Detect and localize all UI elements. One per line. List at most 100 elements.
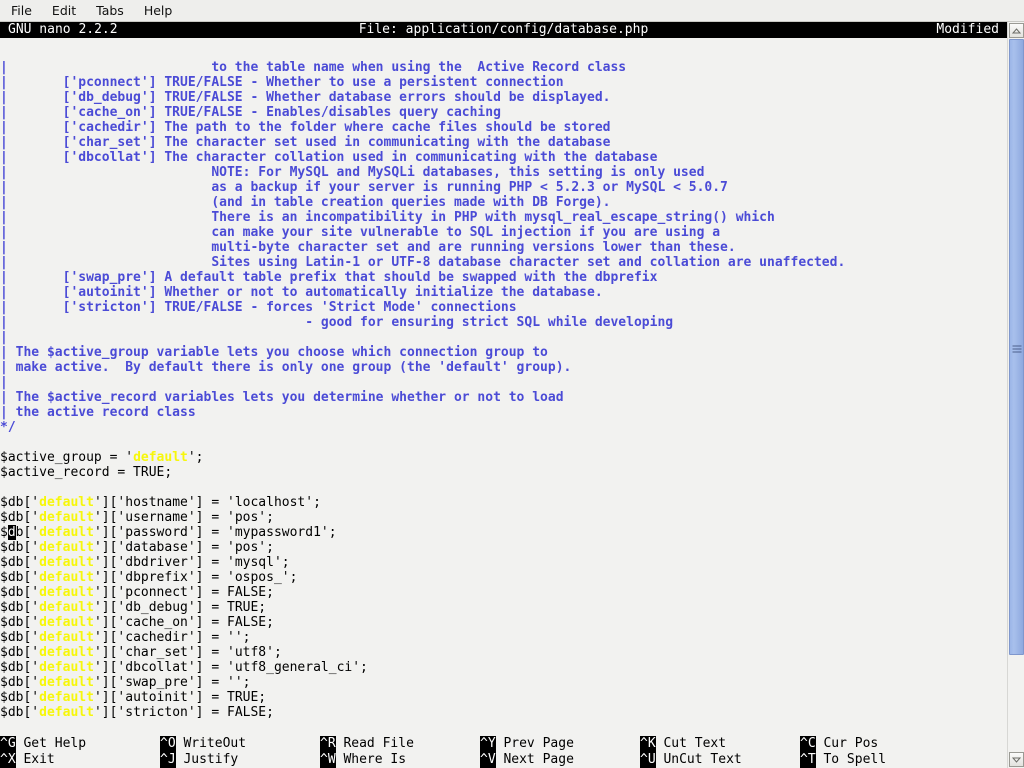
shortcut-to-spell[interactable]: ^T To Spell	[800, 752, 960, 768]
shortcut-get-help[interactable]: ^G Get Help	[0, 736, 160, 752]
editor-line[interactable]: $db['default']['char_set'] = 'utf8';	[0, 645, 1007, 660]
editor-line[interactable]: | ['char_set'] The character set used in…	[0, 135, 1007, 150]
scrollbar-grip-icon	[1012, 344, 1021, 353]
shortcut-prev-page[interactable]: ^Y Prev Page	[480, 736, 640, 752]
shortcut-writeout[interactable]: ^O WriteOut	[160, 736, 320, 752]
scrollbar-thumb[interactable]	[1009, 39, 1024, 655]
code-text: ']['dbprefix'] = 'ospos_';	[93, 570, 298, 585]
text-buffer[interactable]: | to the table name when using the Activ…	[0, 60, 1007, 730]
editor-line[interactable]: | ['pconnect'] TRUE/FALSE - Whether to u…	[0, 75, 1007, 90]
code-text: ';	[187, 450, 204, 465]
editor-line[interactable]: $db['default']['username'] = 'pos';	[0, 510, 1007, 525]
editor-line[interactable]: | can make your site vulnerable to SQL i…	[0, 225, 1007, 240]
editor-line[interactable]: | Sites using Latin-1 or UTF-8 database …	[0, 255, 1007, 270]
editor-line[interactable]: $active_group = 'default';	[0, 450, 1007, 465]
shortcut-row: ^X Exit ^J Justify ^W Where Is ^V Next Page ^U Un…	[0, 752, 1007, 768]
menu-help[interactable]: Help	[135, 1, 182, 20]
editor-line[interactable]: | ['db_debug'] TRUE/FALSE - Whether data…	[0, 90, 1007, 105]
code-text: ']['hostname'] = 'localhost';	[93, 495, 321, 510]
search-highlight: default	[39, 705, 94, 720]
scrollbar-track[interactable]	[1009, 39, 1024, 751]
menu-edit[interactable]: Edit	[43, 1, 85, 20]
editor-line[interactable]: | ['cachedir'] The path to the folder wh…	[0, 120, 1007, 135]
editor-line[interactable]: $db['default']['cachedir'] = '';	[0, 630, 1007, 645]
code-text: $db['	[0, 645, 40, 660]
code-text: $db['	[0, 600, 40, 615]
search-highlight: default	[39, 615, 94, 630]
editor-line[interactable]: | There is an incompatibility in PHP wit…	[0, 210, 1007, 225]
editor-line[interactable]: | ['stricton'] TRUE/FALSE - forces 'Stri…	[0, 300, 1007, 315]
editor-line[interactable]: $db['default']['cache_on'] = FALSE;	[0, 615, 1007, 630]
editor-line[interactable]: | (and in table creation queries made wi…	[0, 195, 1007, 210]
scroll-up-arrow-icon[interactable]	[1009, 23, 1024, 38]
menu-file[interactable]: File	[2, 1, 41, 20]
editor-line[interactable]: */	[0, 420, 1007, 435]
shortcut-where-is[interactable]: ^W Where Is	[320, 752, 480, 768]
vertical-scrollbar[interactable]	[1007, 22, 1024, 768]
editor-line[interactable]: $db['default']['dbcollat'] = 'utf8_gener…	[0, 660, 1007, 675]
editor-line[interactable]: | multi-byte character set and are runni…	[0, 240, 1007, 255]
editor-line[interactable]: |	[0, 375, 1007, 390]
code-text: $db['	[0, 615, 40, 630]
editor-line[interactable]: | ['swap_pre'] A default table prefix th…	[0, 270, 1007, 285]
editor-line[interactable]: $db['default']['autoinit'] = TRUE;	[0, 690, 1007, 705]
editor-line[interactable]: $db['default']['dbprefix'] = 'ospos_';	[0, 570, 1007, 585]
code-text: | - good for ensuring strict SQL while d…	[0, 315, 674, 330]
code-text: $db['	[0, 555, 40, 570]
shortcut-next-page[interactable]: ^V Next Page	[480, 752, 640, 768]
nano-filename: File: application/config/database.php	[358, 22, 649, 37]
code-text: $db['	[0, 675, 40, 690]
search-highlight: default	[39, 540, 94, 555]
editor-line[interactable]	[0, 480, 1007, 495]
scroll-down-arrow-icon[interactable]	[1009, 752, 1024, 767]
search-highlight: default	[39, 585, 94, 600]
code-text: | as a backup if your server is running …	[0, 180, 728, 195]
code-text: ']['database'] = 'pos';	[93, 540, 274, 555]
editor-line[interactable]: $db['default']['password'] = 'mypassword…	[0, 525, 1007, 540]
search-highlight: default	[39, 645, 94, 660]
shortcut-uncut-text[interactable]: ^U UnCut Text	[640, 752, 800, 768]
menu-tabs[interactable]: Tabs	[87, 1, 133, 20]
code-text: | ['cache_on'] TRUE/FALSE - Enables/disa…	[0, 105, 501, 120]
code-text: | ['pconnect'] TRUE/FALSE - Whether to u…	[0, 75, 564, 90]
editor-line[interactable]: $db['default']['hostname'] = 'localhost'…	[0, 495, 1007, 510]
editor-line[interactable]: $db['default']['database'] = 'pos';	[0, 540, 1007, 555]
editor-line[interactable]: | the active record class	[0, 405, 1007, 420]
search-highlight: default	[39, 555, 94, 570]
code-text: | to the table name when using the Activ…	[0, 60, 627, 75]
code-text: | Sites using Latin-1 or UTF-8 database …	[0, 255, 846, 270]
code-text: */	[0, 420, 16, 435]
shortcut-cur-pos[interactable]: ^C Cur Pos	[800, 736, 960, 752]
terminal-area[interactable]: GNU nano 2.2.2 File: application/config/…	[0, 22, 1007, 768]
shortcut-label: Cut Text	[663, 736, 727, 751]
shortcut-key: ^X	[0, 752, 16, 768]
editor-line[interactable]: $active_record = TRUE;	[0, 465, 1007, 480]
editor-line[interactable]: |	[0, 330, 1007, 345]
shortcut-exit[interactable]: ^X Exit	[0, 752, 160, 768]
editor-line[interactable]: $db['default']['db_debug'] = TRUE;	[0, 600, 1007, 615]
editor-line[interactable]: | as a backup if your server is running …	[0, 180, 1007, 195]
editor-line[interactable]: | NOTE: For MySQL and MySQLi databases, …	[0, 165, 1007, 180]
editor-line[interactable]: $db['default']['swap_pre'] = '';	[0, 675, 1007, 690]
shortcut-cut-text[interactable]: ^K Cut Text	[640, 736, 800, 752]
editor-line[interactable]: | - good for ensuring strict SQL while d…	[0, 315, 1007, 330]
shortcut-key: ^W	[320, 752, 336, 768]
editor-line[interactable]	[0, 435, 1007, 450]
editor-line[interactable]: $db['default']['dbdriver'] = 'mysql';	[0, 555, 1007, 570]
editor-line[interactable]: | ['autoinit'] Whether or not to automat…	[0, 285, 1007, 300]
code-text: $db['	[0, 510, 40, 525]
editor-line[interactable]: | ['cache_on'] TRUE/FALSE - Enables/disa…	[0, 105, 1007, 120]
editor-line[interactable]: $db['default']['stricton'] = FALSE;	[0, 705, 1007, 720]
editor-line[interactable]: | ['dbcollat'] The character collation u…	[0, 150, 1007, 165]
editor-line[interactable]: $db['default']['pconnect'] = FALSE;	[0, 585, 1007, 600]
search-highlight: default	[39, 660, 94, 675]
shortcut-read-file[interactable]: ^R Read File	[320, 736, 480, 752]
editor-line[interactable]: | to the table name when using the Activ…	[0, 60, 1007, 75]
code-text: ']['username'] = 'pos';	[93, 510, 274, 525]
editor-line[interactable]: | make active. By default there is only …	[0, 360, 1007, 375]
code-text: | make active. By default there is only …	[0, 360, 572, 375]
editor-line[interactable]: | The $active_record variables lets you …	[0, 390, 1007, 405]
editor-line[interactable]: | The $active_group variable lets you ch…	[0, 345, 1007, 360]
code-text: ']['password'] = 'mypassword1';	[93, 525, 337, 540]
shortcut-justify[interactable]: ^J Justify	[160, 752, 320, 768]
